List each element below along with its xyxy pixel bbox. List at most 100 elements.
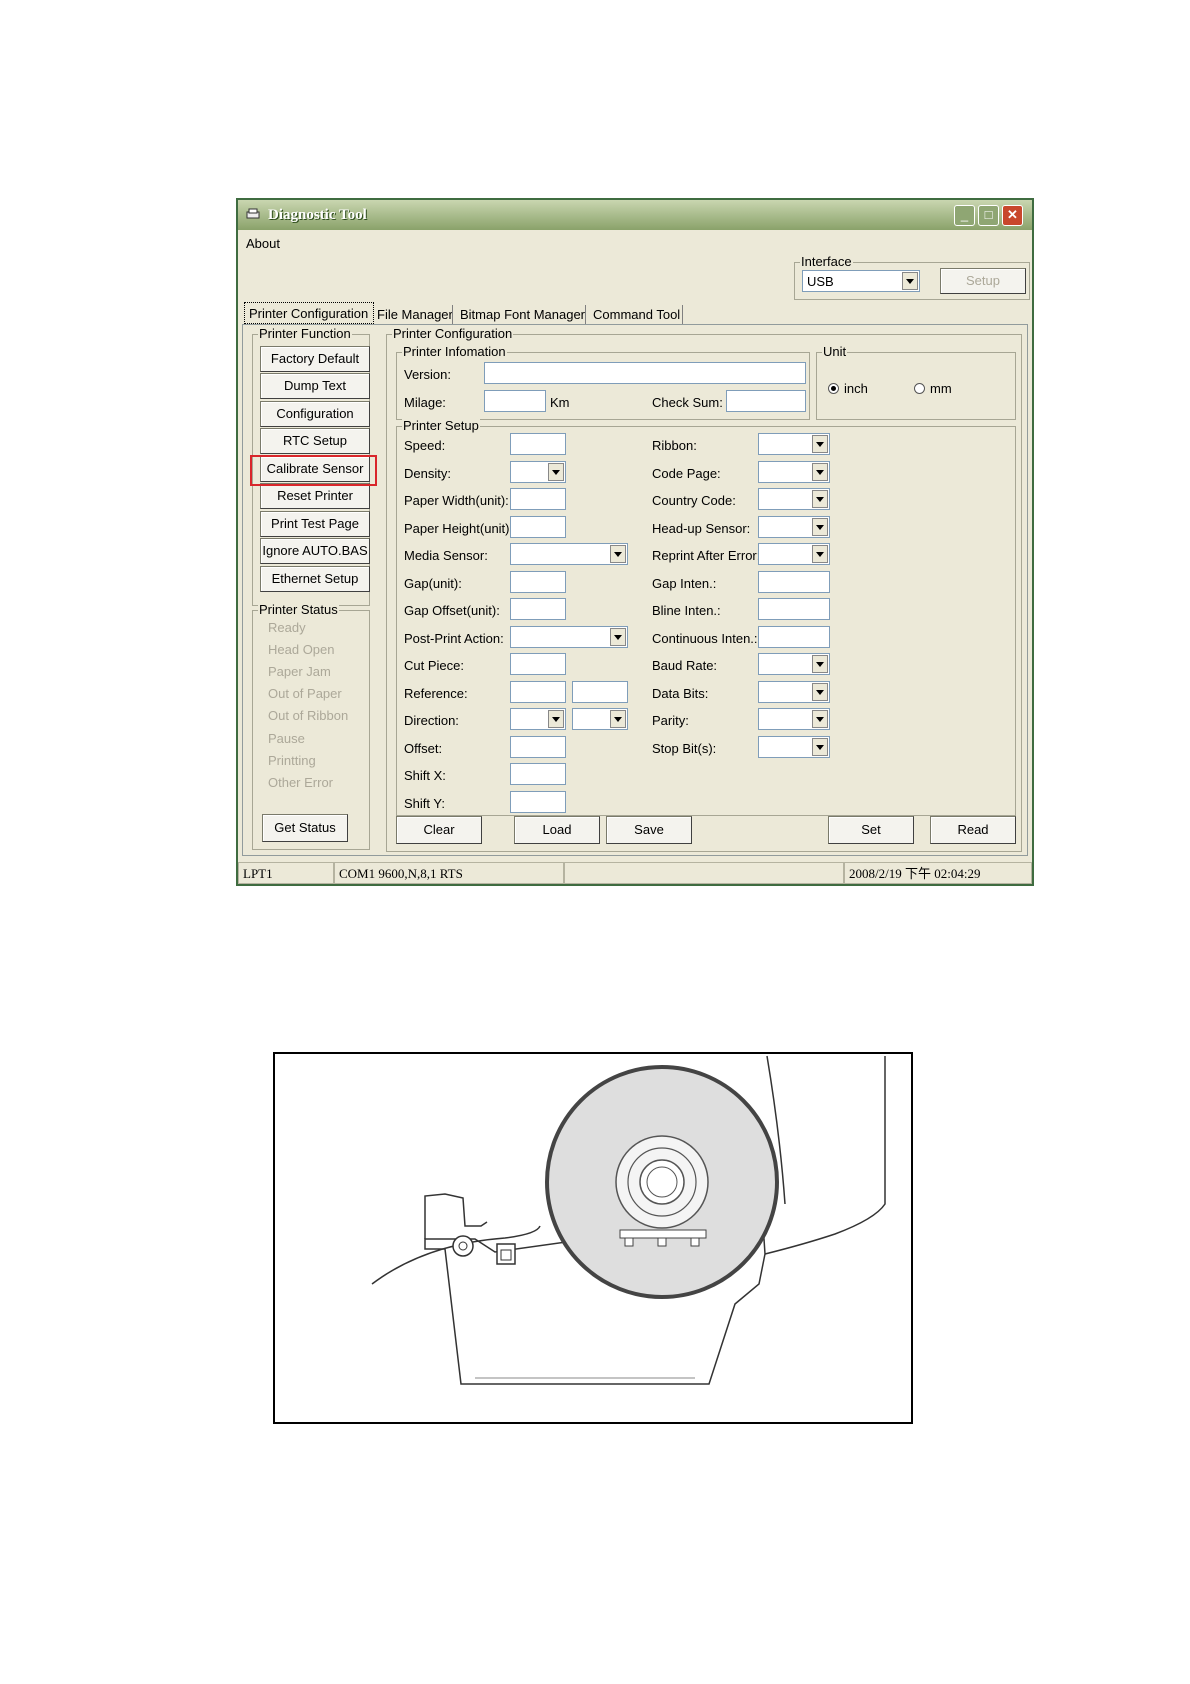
status-pause: Pause xyxy=(268,731,305,746)
chevron-down-icon[interactable] xyxy=(548,463,564,481)
status-ready: Ready xyxy=(268,620,306,635)
tab-command-tool[interactable]: Command Tool xyxy=(588,305,685,325)
chevron-down-icon[interactable] xyxy=(812,710,828,728)
shift-y-field[interactable] xyxy=(510,791,566,813)
ribbon-select[interactable] xyxy=(758,433,830,455)
roll-foot xyxy=(657,1237,667,1247)
mirror-select[interactable] xyxy=(572,708,628,730)
parity-select[interactable] xyxy=(758,708,830,730)
milage-field[interactable] xyxy=(484,390,546,412)
cut-piece-field[interactable] xyxy=(510,653,566,675)
setup-button[interactable]: Setup xyxy=(940,268,1026,294)
unit-inch-radio[interactable] xyxy=(828,383,839,394)
milage-label: Milage: xyxy=(404,395,446,410)
read-button[interactable]: Read xyxy=(930,816,1016,844)
rtc-setup-button[interactable]: RTC Setup xyxy=(260,428,370,454)
reprint-after-error-select[interactable] xyxy=(758,543,830,565)
speed-field[interactable] xyxy=(510,433,566,455)
dump-text-button[interactable]: Dump Text xyxy=(260,373,370,399)
roll-foot xyxy=(690,1237,700,1247)
continuous-inten-field[interactable] xyxy=(758,626,830,648)
save-button[interactable]: Save xyxy=(606,816,692,844)
tab-printer-configuration[interactable]: Printer Configuration xyxy=(244,302,374,324)
load-button[interactable]: Load xyxy=(514,816,600,844)
head-up-sensor-label: Head-up Sensor: xyxy=(652,521,751,536)
title-bar[interactable]: Diagnostic Tool _ □ ✕ xyxy=(238,200,1032,230)
tab-bitmap-font-manager[interactable]: Bitmap Font Manager xyxy=(455,305,590,325)
factory-default-button[interactable]: Factory Default xyxy=(260,346,370,372)
printer-icon xyxy=(246,208,260,219)
chevron-down-icon[interactable] xyxy=(812,683,828,701)
chevron-down-icon[interactable] xyxy=(812,435,828,453)
post-print-action-select[interactable] xyxy=(510,626,628,648)
density-label: Density: xyxy=(404,466,451,481)
stop-bits-label: Stop Bit(s): xyxy=(652,741,717,756)
density-select[interactable] xyxy=(510,461,566,483)
ignore-auto-bas-button[interactable]: Ignore AUTO.BAS xyxy=(260,538,370,564)
version-label: Version: xyxy=(404,367,451,382)
reference-label: Reference: xyxy=(404,686,468,701)
gap-inten-label: Gap Inten.: xyxy=(652,576,717,591)
status-bar: LPT1 COM1 9600,N,8,1 RTS 2008/2/19 下午 02… xyxy=(238,862,1032,884)
gap-inten-field[interactable] xyxy=(758,571,830,593)
gap-label: Gap(unit): xyxy=(404,576,462,591)
chevron-down-icon[interactable] xyxy=(548,710,564,728)
chevron-down-icon[interactable] xyxy=(812,518,828,536)
tab-label: Bitmap Font Manager xyxy=(460,307,586,322)
baud-rate-select[interactable] xyxy=(758,653,830,675)
version-field[interactable] xyxy=(484,362,806,384)
reference-y-field[interactable] xyxy=(572,681,628,703)
ribbon-label: Ribbon: xyxy=(652,438,697,453)
printer-setup-group xyxy=(396,426,1016,816)
checksum-field[interactable] xyxy=(726,390,806,412)
chevron-down-icon[interactable] xyxy=(610,545,626,563)
print-test-page-button[interactable]: Print Test Page xyxy=(260,511,370,537)
bline-inten-label: Bline Inten.: xyxy=(652,603,721,618)
reprint-after-error-label: Reprint After Error: xyxy=(652,548,761,563)
ethernet-setup-button[interactable]: Ethernet Setup xyxy=(260,566,370,592)
maximize-button[interactable]: □ xyxy=(978,205,999,226)
head-up-sensor-select[interactable] xyxy=(758,516,830,538)
direction-select[interactable] xyxy=(510,708,566,730)
chevron-down-icon[interactable] xyxy=(902,272,918,290)
chevron-down-icon[interactable] xyxy=(812,490,828,508)
diagnostic-tool-window: Diagnostic Tool _ □ ✕ About Interface US… xyxy=(236,198,1034,886)
offset-field[interactable] xyxy=(510,736,566,758)
country-code-select[interactable] xyxy=(758,488,830,510)
printer-function-label: Printer Function xyxy=(258,326,352,341)
km-label: Km xyxy=(550,395,570,410)
bline-inten-field[interactable] xyxy=(758,598,830,620)
minimize-button[interactable]: _ xyxy=(954,205,975,226)
paper-width-field[interactable] xyxy=(510,488,566,510)
interface-select[interactable]: USB xyxy=(802,270,920,292)
data-bits-select[interactable] xyxy=(758,681,830,703)
get-status-button[interactable]: Get Status xyxy=(262,814,348,842)
code-page-select[interactable] xyxy=(758,461,830,483)
reset-printer-button[interactable]: Reset Printer xyxy=(260,483,370,509)
printer-information-label: Printer Infomation xyxy=(402,344,507,359)
shift-x-field[interactable] xyxy=(510,763,566,785)
unit-mm-radio[interactable] xyxy=(914,383,925,394)
clear-button[interactable]: Clear xyxy=(396,816,482,844)
media-sensor-select[interactable] xyxy=(510,543,628,565)
chevron-down-icon[interactable] xyxy=(812,463,828,481)
printer-illustration-frame xyxy=(273,1052,913,1424)
roll-mount xyxy=(619,1229,707,1239)
configuration-page-button[interactable]: Configuration Page xyxy=(260,401,370,445)
menu-about[interactable]: About xyxy=(246,236,280,251)
close-button[interactable]: ✕ xyxy=(1002,205,1023,226)
chevron-down-icon[interactable] xyxy=(610,710,626,728)
gap-field[interactable] xyxy=(510,571,566,593)
reference-x-field[interactable] xyxy=(510,681,566,703)
chevron-down-icon[interactable] xyxy=(812,655,828,673)
gap-offset-field[interactable] xyxy=(510,598,566,620)
chevron-down-icon[interactable] xyxy=(812,738,828,756)
unit-inch-label: inch xyxy=(844,381,868,396)
unit-label: Unit xyxy=(822,344,848,359)
paper-height-field[interactable] xyxy=(510,516,566,538)
tab-file-manager[interactable]: File Manager xyxy=(372,305,458,325)
set-button[interactable]: Set xyxy=(828,816,914,844)
stop-bits-select[interactable] xyxy=(758,736,830,758)
chevron-down-icon[interactable] xyxy=(812,545,828,563)
chevron-down-icon[interactable] xyxy=(610,628,626,646)
